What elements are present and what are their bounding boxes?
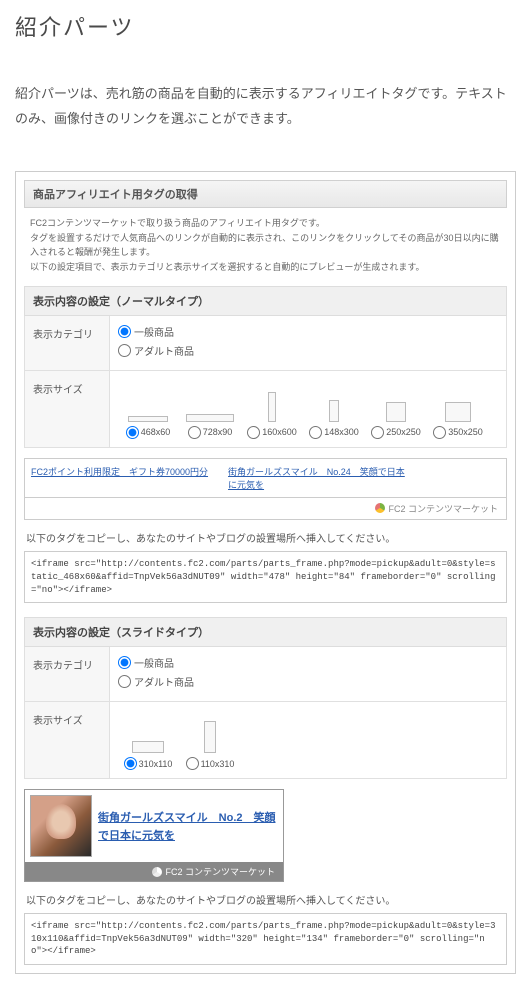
footer-text: FC2 コンテンツマーケット: [165, 865, 275, 878]
size-radio[interactable]: [433, 426, 446, 439]
radio-label: アダルト商品: [134, 674, 194, 689]
size-text: 468x60: [141, 427, 171, 437]
radio-label: 一般商品: [134, 324, 174, 339]
slide-preview: 街角ガールズスマイル No.2 笑顔で日本に元気を FC2 コンテンツマーケット: [24, 789, 284, 882]
size-option[interactable]: 350x250: [428, 379, 488, 439]
preview-links: FC2ポイント利用限定 ギフト券70000円分 街角ガールズスマイル No.24…: [25, 459, 506, 497]
size-radio[interactable]: [371, 426, 384, 439]
radio-general[interactable]: 一般商品: [118, 324, 174, 339]
size-shape-icon: [268, 392, 276, 422]
size-radio[interactable]: [188, 426, 201, 439]
slide-section-title: 表示内容の設定（スライドタイプ）: [24, 617, 507, 647]
radio-adult-input[interactable]: [118, 675, 131, 688]
slide-footer: FC2 コンテンツマーケット: [25, 862, 283, 881]
radio-label: アダルト商品: [134, 343, 194, 358]
radio-adult[interactable]: アダルト商品: [118, 674, 194, 689]
radio-general-input[interactable]: [118, 325, 131, 338]
size-text: 350x250: [448, 427, 483, 437]
category-options: 一般商品 アダルト商品: [110, 316, 506, 370]
size-text: 728x90: [203, 427, 233, 437]
size-shape-icon: [329, 400, 339, 422]
size-radio[interactable]: [309, 426, 322, 439]
size-radio[interactable]: [126, 426, 139, 439]
size-shape-icon: [186, 414, 234, 422]
category-row: 表示カテゴリ 一般商品 アダルト商品: [24, 316, 507, 371]
copy-instruction: 以下のタグをコピーし、あなたのサイトやブログの設置場所へ挿入してください。: [24, 520, 507, 551]
size-option[interactable]: 110x310: [180, 710, 240, 770]
footer-text: FC2 コンテンツマーケット: [388, 502, 498, 515]
fc2-icon: [152, 867, 162, 877]
desc-line: タグを設置するだけで人気商品へのリンクが自動的に表示され、このリンクをクリックし…: [30, 231, 501, 260]
size-shape-icon: [204, 721, 216, 753]
desc-line: FC2コンテンツマーケットで取り扱う商品のアフィリエイト用タグです。: [30, 216, 501, 230]
size-option[interactable]: 310x110: [118, 710, 178, 770]
size-options: 468x60 728x90 160x600 148x300 250x250 35…: [110, 371, 506, 447]
size-label: 表示サイズ: [25, 702, 110, 778]
category-label: 表示カテゴリ: [25, 316, 110, 370]
size-text: 110x310: [201, 759, 235, 769]
size-shape-icon: [132, 741, 164, 753]
size-text: 310x110: [139, 759, 173, 769]
preview-link[interactable]: 街角ガールズスマイル No.24 笑顔で日本に元気を: [228, 465, 408, 491]
radio-label: 一般商品: [134, 655, 174, 670]
radio-general-input[interactable]: [118, 656, 131, 669]
panel-description: FC2コンテンツマーケットで取り扱う商品のアフィリエイト用タグです。 タグを設置…: [24, 208, 507, 282]
size-option[interactable]: 728x90: [180, 379, 240, 439]
size-shape-icon: [386, 402, 406, 422]
normal-code[interactable]: <iframe src="http://contents.fc2.com/par…: [24, 551, 507, 603]
slide-size-row: 表示サイズ 310x110 110x310: [24, 702, 507, 779]
slide-code[interactable]: <iframe src="http://contents.fc2.com/par…: [24, 913, 507, 965]
size-text: 160x600: [262, 427, 297, 437]
size-radio[interactable]: [186, 757, 199, 770]
category-label: 表示カテゴリ: [25, 647, 110, 701]
category-options: 一般商品 アダルト商品: [110, 647, 506, 701]
slide-text: 街角ガールズスマイル No.2 笑顔で日本に元気を: [98, 808, 278, 845]
size-radio[interactable]: [247, 426, 260, 439]
normal-section-title: 表示内容の設定（ノーマルタイプ）: [24, 286, 507, 316]
size-shape-icon: [128, 416, 168, 422]
size-option[interactable]: 148x300: [304, 379, 364, 439]
page-title: 紹介パーツ: [15, 10, 516, 42]
slide-preview-link[interactable]: 街角ガールズスマイル No.2 笑顔で日本に元気を: [98, 812, 276, 843]
avatar-image: [30, 795, 92, 857]
preview-link[interactable]: FC2ポイント利用限定 ギフト券70000円分: [31, 465, 208, 491]
size-text: 148x300: [324, 427, 359, 437]
radio-adult[interactable]: アダルト商品: [118, 343, 194, 358]
size-text: 250x250: [386, 427, 421, 437]
preview-footer: FC2 コンテンツマーケット: [25, 497, 506, 520]
slide-category-row: 表示カテゴリ 一般商品 アダルト商品: [24, 647, 507, 702]
size-label: 表示サイズ: [25, 371, 110, 447]
size-options: 310x110 110x310: [110, 702, 506, 778]
size-shape-icon: [445, 402, 471, 422]
slide-preview-body: 街角ガールズスマイル No.2 笑顔で日本に元気を: [25, 790, 283, 862]
radio-general[interactable]: 一般商品: [118, 655, 174, 670]
size-option[interactable]: 160x600: [242, 379, 302, 439]
affiliate-panel: 商品アフィリエイト用タグの取得 FC2コンテンツマーケットで取り扱う商品のアフィ…: [15, 171, 516, 974]
intro-text: 紹介パーツは、売れ筋の商品を自動的に表示するアフィリエイトタグです。テキストのみ…: [15, 82, 516, 131]
size-option[interactable]: 468x60: [118, 379, 178, 439]
fc2-icon: [375, 503, 385, 513]
panel-header: 商品アフィリエイト用タグの取得: [24, 180, 507, 208]
normal-preview: FC2ポイント利用限定 ギフト券70000円分 街角ガールズスマイル No.24…: [24, 458, 507, 521]
copy-instruction: 以下のタグをコピーし、あなたのサイトやブログの設置場所へ挿入してください。: [24, 882, 507, 913]
desc-line: 以下の設定項目で、表示カテゴリと表示サイズを選択すると自動的にプレビューが生成さ…: [30, 260, 501, 274]
size-radio[interactable]: [124, 757, 137, 770]
size-option[interactable]: 250x250: [366, 379, 426, 439]
radio-adult-input[interactable]: [118, 344, 131, 357]
size-row: 表示サイズ 468x60 728x90 160x600 148x300 250x…: [24, 371, 507, 448]
